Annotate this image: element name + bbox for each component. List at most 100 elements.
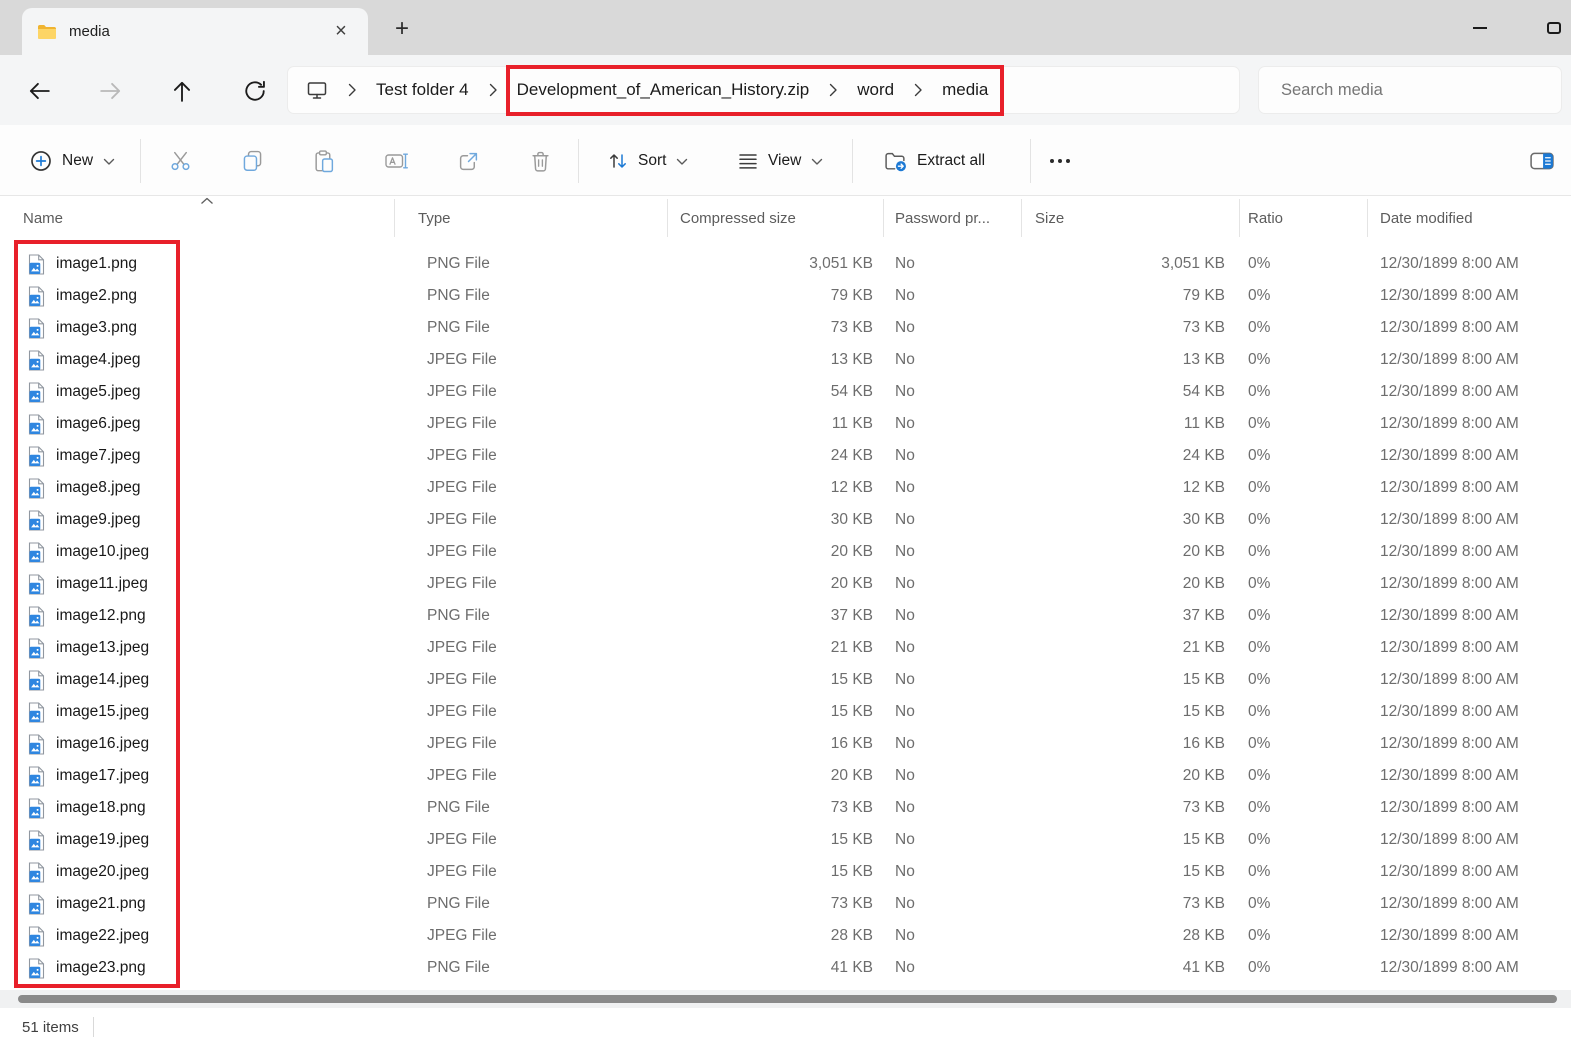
horizontal-scrollbar-thumb[interactable]	[18, 995, 1557, 1003]
file-row[interactable]: image3.png PNG File 73 KB No 73 KB 0% 12…	[0, 312, 1571, 344]
column-headers: Name Type Compressed size Password pr...…	[0, 196, 1571, 240]
file-size: 73 KB	[1182, 799, 1225, 816]
file-compressed-size: 16 KB	[830, 735, 873, 752]
rename-button[interactable]	[374, 139, 418, 183]
file-name-cell: image17.jpeg	[0, 765, 395, 787]
file-date-modified: 12/30/1899 8:00 AM	[1380, 831, 1519, 848]
file-ratio: 0%	[1248, 287, 1271, 304]
file-row[interactable]: image1.png PNG File 3,051 KB No 3,051 KB…	[0, 248, 1571, 280]
file-size: 15 KB	[1182, 703, 1225, 720]
file-row[interactable]: image9.jpeg JPEG File 30 KB No 30 KB 0% …	[0, 504, 1571, 536]
delete-button[interactable]	[518, 139, 562, 183]
search-input[interactable]	[1258, 66, 1562, 114]
image-file-icon	[28, 637, 45, 659]
file-date-modified: 12/30/1899 8:00 AM	[1380, 351, 1519, 368]
file-ratio: 0%	[1248, 703, 1271, 720]
file-name: image17.jpeg	[56, 767, 150, 784]
file-date-modified: 12/30/1899 8:00 AM	[1380, 479, 1519, 496]
new-tab-button[interactable]: +	[386, 13, 418, 45]
file-name: image23.png	[56, 959, 146, 976]
image-file-icon	[28, 445, 45, 467]
copy-icon	[243, 150, 261, 171]
file-compressed-size: 20 KB	[830, 543, 873, 560]
forward-button[interactable]	[99, 79, 123, 103]
file-row[interactable]: image18.png PNG File 73 KB No 73 KB 0% 1…	[0, 792, 1571, 824]
file-row[interactable]: image11.jpeg JPEG File 20 KB No 20 KB 0%…	[0, 568, 1571, 600]
file-row[interactable]: image16.jpeg JPEG File 16 KB No 16 KB 0%…	[0, 728, 1571, 760]
file-ratio: 0%	[1248, 671, 1271, 688]
column-header-ratio[interactable]: Ratio	[1240, 199, 1368, 237]
preview-pane-toggle[interactable]	[1520, 139, 1564, 183]
file-row[interactable]: image5.jpeg JPEG File 54 KB No 54 KB 0% …	[0, 376, 1571, 408]
share-button[interactable]	[446, 139, 490, 183]
view-button[interactable]: View	[726, 139, 835, 183]
file-date-modified: 12/30/1899 8:00 AM	[1380, 415, 1519, 432]
sort-button[interactable]: Sort	[596, 139, 700, 183]
file-row[interactable]: image8.jpeg JPEG File 12 KB No 12 KB 0% …	[0, 472, 1571, 504]
file-row[interactable]: image20.jpeg JPEG File 15 KB No 15 KB 0%…	[0, 856, 1571, 888]
file-compressed-size: 79 KB	[830, 287, 873, 304]
extract-all-button[interactable]: Extract all	[872, 139, 997, 183]
refresh-button[interactable]	[243, 79, 267, 103]
file-row[interactable]: image10.jpeg JPEG File 20 KB No 20 KB 0%…	[0, 536, 1571, 568]
file-date-modified: 12/30/1899 8:00 AM	[1380, 799, 1519, 816]
file-row[interactable]: image22.jpeg JPEG File 28 KB No 28 KB 0%…	[0, 920, 1571, 952]
breadcrumb-segment-zip[interactable]: Development_of_American_History.zip	[517, 80, 810, 100]
file-name-cell: image20.jpeg	[0, 861, 395, 883]
paste-button[interactable]	[302, 139, 346, 183]
horizontal-scrollbar[interactable]	[0, 990, 1571, 1008]
file-name: image21.png	[56, 895, 146, 912]
explorer-tab[interactable]: media ×	[22, 8, 368, 55]
file-row[interactable]: image21.png PNG File 73 KB No 73 KB 0% 1…	[0, 888, 1571, 920]
column-header-size[interactable]: Size	[1022, 199, 1240, 237]
file-row[interactable]: image2.png PNG File 79 KB No 79 KB 0% 12…	[0, 280, 1571, 312]
file-row[interactable]: image17.jpeg JPEG File 20 KB No 20 KB 0%…	[0, 760, 1571, 792]
file-row[interactable]: image12.png PNG File 37 KB No 37 KB 0% 1…	[0, 600, 1571, 632]
file-size: 73 KB	[1182, 895, 1225, 912]
share-icon	[459, 152, 477, 170]
status-bar: 51 items	[0, 1008, 1571, 1046]
breadcrumb-segment-root[interactable]: Test folder 4	[376, 80, 469, 100]
file-type: PNG File	[427, 255, 490, 272]
file-name-cell: image2.png	[0, 285, 395, 307]
file-name: image20.jpeg	[56, 863, 150, 880]
column-header-type[interactable]: Type	[395, 199, 668, 237]
column-header-name[interactable]: Name	[0, 199, 395, 237]
minimize-button[interactable]	[1455, 0, 1505, 55]
breadcrumb-segment-word[interactable]: word	[857, 80, 894, 100]
cut-button[interactable]	[158, 139, 202, 183]
column-header-compressed-size[interactable]: Compressed size	[668, 199, 884, 237]
sort-ascending-icon	[200, 197, 214, 205]
toolbar-divider	[852, 139, 853, 183]
file-row[interactable]: image15.jpeg JPEG File 15 KB No 15 KB 0%…	[0, 696, 1571, 728]
more-options-button[interactable]	[1038, 139, 1082, 183]
file-compressed-size: 24 KB	[830, 447, 873, 464]
file-type: PNG File	[427, 895, 490, 912]
column-header-password[interactable]: Password pr...	[884, 199, 1022, 237]
tab-close-icon[interactable]: ×	[326, 17, 356, 47]
file-name-cell: image22.jpeg	[0, 925, 395, 947]
file-name-cell: image5.jpeg	[0, 381, 395, 403]
column-header-date-modified[interactable]: Date modified	[1368, 199, 1571, 237]
file-name-cell: image4.jpeg	[0, 349, 395, 371]
file-row[interactable]: image19.jpeg JPEG File 15 KB No 15 KB 0%…	[0, 824, 1571, 856]
maximize-button[interactable]	[1529, 0, 1571, 55]
up-button[interactable]	[170, 79, 194, 103]
file-row[interactable]: image4.jpeg JPEG File 13 KB No 13 KB 0% …	[0, 344, 1571, 376]
file-name-cell: image13.jpeg	[0, 637, 395, 659]
file-row[interactable]: image14.jpeg JPEG File 15 KB No 15 KB 0%…	[0, 664, 1571, 696]
file-row[interactable]: image13.jpeg JPEG File 21 KB No 21 KB 0%…	[0, 632, 1571, 664]
file-row[interactable]: image6.jpeg JPEG File 11 KB No 11 KB 0% …	[0, 408, 1571, 440]
toolbar-divider	[140, 139, 141, 183]
back-button[interactable]	[27, 79, 51, 103]
address-bar[interactable]: Test folder 4 Development_of_American_Hi…	[287, 65, 1240, 116]
breadcrumb-segment-media[interactable]: media	[942, 80, 988, 100]
file-password: No	[895, 415, 915, 432]
file-row[interactable]: image23.png PNG File 41 KB No 41 KB 0% 1…	[0, 952, 1571, 984]
file-date-modified: 12/30/1899 8:00 AM	[1380, 767, 1519, 784]
file-row[interactable]: image7.jpeg JPEG File 24 KB No 24 KB 0% …	[0, 440, 1571, 472]
rename-icon	[384, 153, 408, 169]
new-button[interactable]: New	[18, 139, 127, 183]
file-size: 20 KB	[1182, 543, 1225, 560]
copy-button[interactable]	[230, 139, 274, 183]
